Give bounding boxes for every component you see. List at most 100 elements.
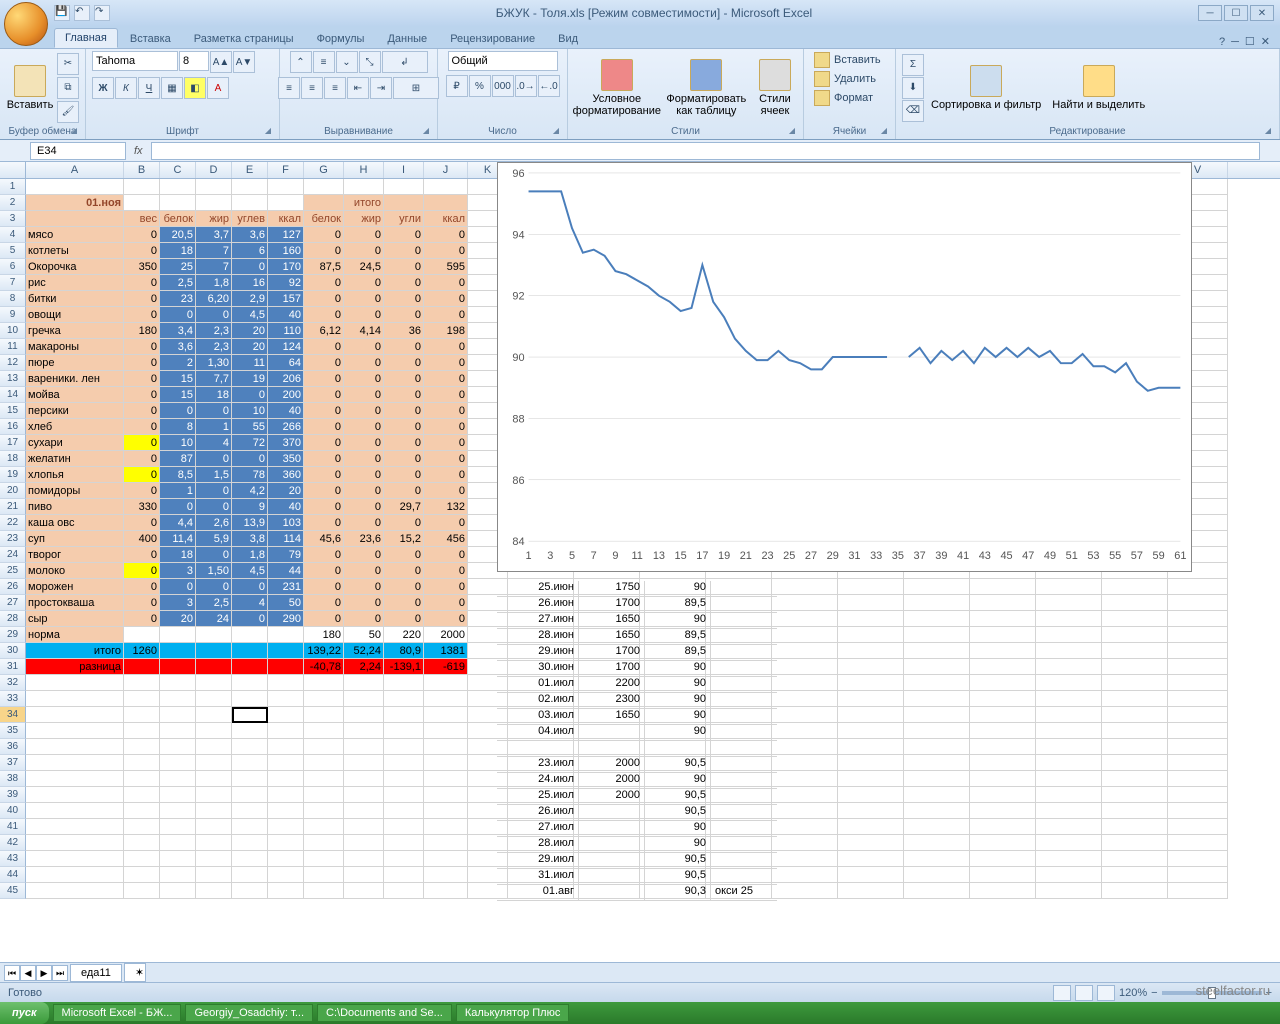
svg-text:45: 45 — [1000, 550, 1012, 562]
font-name-input[interactable] — [92, 51, 178, 71]
save-icon[interactable]: 💾 — [54, 5, 70, 21]
ribbon-close-button[interactable]: ✕ — [1261, 35, 1270, 48]
svg-text:88: 88 — [512, 413, 524, 425]
clear-icon[interactable]: ⌫ — [902, 100, 924, 122]
new-sheet-button[interactable]: ✶ — [124, 963, 146, 982]
fill-icon[interactable]: ⬇ — [902, 77, 924, 99]
find-select-button[interactable]: Найти и выделить — [1048, 63, 1149, 113]
svg-text:9: 9 — [612, 550, 618, 562]
tab-formulas[interactable]: Формулы — [306, 29, 376, 48]
spreadsheet-grid[interactable]: ABCDEFGHIJKLMNOPQRSTUV 1201.нояитого3вес… — [0, 162, 1280, 962]
conditional-formatting-button[interactable]: Условное форматирование — [574, 57, 660, 119]
tab-data[interactable]: Данные — [376, 29, 438, 48]
maximize-button[interactable]: ☐ — [1224, 5, 1248, 21]
title-bar: 💾 ↶ ↷ БЖУК - Толя.xls [Режим совместимос… — [0, 0, 1280, 26]
align-middle-icon[interactable]: ≡ — [313, 51, 335, 73]
cell-styles-button[interactable]: Стили ячеек — [753, 57, 797, 119]
paste-button[interactable]: Вставить — [6, 63, 54, 113]
tab-view[interactable]: Вид — [547, 29, 589, 48]
currency-icon[interactable]: ₽ — [446, 75, 468, 97]
tab-layout[interactable]: Разметка страницы — [183, 29, 305, 48]
taskbar-item[interactable]: Калькулятор Плюс — [456, 1004, 570, 1022]
merge-button[interactable]: ⊞ — [393, 77, 439, 99]
close-button[interactable]: ✕ — [1250, 5, 1274, 21]
sheet-nav-last[interactable]: ⏭ — [52, 965, 68, 981]
sort-filter-button[interactable]: Сортировка и фильтр — [927, 63, 1045, 113]
undo-icon[interactable]: ↶ — [74, 5, 90, 21]
underline-button[interactable]: Ч — [138, 77, 160, 99]
svg-text:43: 43 — [979, 550, 991, 562]
tab-review[interactable]: Рецензирование — [439, 29, 546, 48]
sheet-nav-next[interactable]: ▶ — [36, 965, 52, 981]
tab-home[interactable]: Главная — [54, 28, 118, 48]
name-box[interactable] — [30, 142, 126, 160]
font-color-button[interactable]: A — [207, 77, 229, 99]
minimize-button[interactable]: ─ — [1198, 5, 1222, 21]
orientation-icon[interactable]: ⤡ — [359, 51, 381, 73]
autosum-icon[interactable]: Σ — [902, 54, 924, 76]
taskbar-item[interactable]: Georgiy_Osadchiy: т... — [185, 1004, 313, 1022]
start-button[interactable]: пуск — [0, 1002, 49, 1024]
tab-insert[interactable]: Вставка — [119, 29, 182, 48]
format-painter-icon[interactable]: 🖌 — [57, 101, 79, 123]
table-icon — [690, 59, 722, 91]
help-icon[interactable]: ? — [1219, 36, 1225, 48]
increase-decimal-icon[interactable]: .0→ — [515, 75, 537, 97]
copy-icon[interactable]: ⧉ — [57, 77, 79, 99]
svg-text:86: 86 — [512, 475, 524, 487]
delete-cells-button[interactable]: Удалить — [810, 70, 889, 88]
border-button[interactable]: ▦ — [161, 77, 183, 99]
svg-text:27: 27 — [805, 550, 817, 562]
fill-color-button[interactable]: ◧ — [184, 77, 206, 99]
wrap-text-button[interactable]: ↲ — [382, 51, 428, 73]
shrink-font-icon[interactable]: A▼ — [233, 51, 255, 73]
cf-icon — [601, 59, 633, 91]
decrease-decimal-icon[interactable]: ←.0 — [538, 75, 560, 97]
align-center-icon[interactable]: ≡ — [301, 77, 323, 99]
font-size-input[interactable] — [179, 51, 209, 71]
redo-icon[interactable]: ↷ — [94, 5, 110, 21]
percent-icon[interactable]: % — [469, 75, 491, 97]
taskbar-item[interactable]: Microsoft Excel - БЖ... — [53, 1004, 182, 1022]
view-normal-button[interactable] — [1053, 985, 1071, 1001]
styles-icon — [759, 59, 791, 91]
svg-text:33: 33 — [870, 550, 882, 562]
grow-font-icon[interactable]: A▲ — [210, 51, 232, 73]
view-layout-button[interactable] — [1075, 985, 1093, 1001]
fx-icon[interactable]: fx — [134, 145, 143, 157]
insert-cells-button[interactable]: Вставить — [810, 51, 889, 69]
taskbar-item[interactable]: C:\Documents and Se... — [317, 1004, 452, 1022]
align-top-icon[interactable]: ⌃ — [290, 51, 312, 73]
align-right-icon[interactable]: ≡ — [324, 77, 346, 99]
sheet-nav-prev[interactable]: ◀ — [20, 965, 36, 981]
thousands-icon[interactable]: 000 — [492, 75, 514, 97]
increase-indent-icon[interactable]: ⇥ — [370, 77, 392, 99]
italic-button[interactable]: К — [115, 77, 137, 99]
number-format-input[interactable] — [448, 51, 558, 71]
office-button[interactable] — [4, 2, 48, 46]
format-cells-button[interactable]: Формат — [810, 89, 889, 107]
svg-text:5: 5 — [569, 550, 575, 562]
view-pagebreak-button[interactable] — [1097, 985, 1115, 1001]
svg-text:11: 11 — [632, 550, 643, 562]
bold-button[interactable]: Ж — [92, 77, 114, 99]
format-as-table-button[interactable]: Форматировать как таблицу — [663, 57, 750, 119]
align-bottom-icon[interactable]: ⌄ — [336, 51, 358, 73]
chart[interactable]: 8486889092949613579111315171921232527293… — [497, 162, 1192, 572]
window-title: БЖУК - Толя.xls [Режим совместимости] - … — [110, 6, 1198, 20]
cut-icon[interactable]: ✂ — [57, 53, 79, 75]
sheet-nav-first[interactable]: ⏮ — [4, 965, 20, 981]
group-font: Шрифт — [92, 124, 273, 139]
ribbon-minimize-button[interactable]: ─ — [1231, 36, 1239, 48]
formula-input[interactable] — [151, 142, 1260, 160]
group-styles: Стили — [574, 124, 797, 139]
svg-text:41: 41 — [957, 550, 969, 562]
sheet-tab[interactable]: еда11 — [70, 964, 122, 982]
align-left-icon[interactable]: ≡ — [278, 77, 300, 99]
ribbon-restore-button[interactable]: ☐ — [1245, 35, 1255, 48]
zoom-out-button[interactable]: − — [1151, 987, 1157, 999]
decrease-indent-icon[interactable]: ⇤ — [347, 77, 369, 99]
status-bar: Готово 120% − + — [0, 982, 1280, 1002]
watermark: steelfactor.ru — [1196, 983, 1270, 998]
ribbon: Вставить ✂ ⧉ 🖌 Буфер обмена A▲ A▼ Ж К Ч … — [0, 48, 1280, 140]
